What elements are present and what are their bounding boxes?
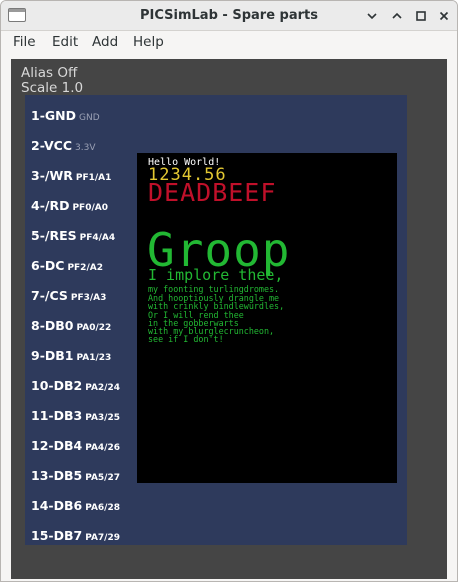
pin-signal-label: PF2/A2 (67, 263, 103, 273)
alias-status: Alias Off (21, 65, 78, 81)
lcd-screen: Hello World! 1234.56 DEADBEEF Groop I im… (137, 153, 397, 483)
pin-label: 11-DB3 (31, 408, 83, 423)
pin-signal-label: PA6/28 (85, 503, 120, 513)
pin-row[interactable]: 12-DB4 PA4/26 (31, 435, 120, 455)
pin-signal-label: PF0/A0 (72, 203, 108, 213)
pin-label: 15-DB7 (31, 528, 83, 543)
pin-signal-label: PA4/26 (85, 443, 120, 453)
pin-row[interactable]: 3-/WR PF1/A1 (31, 165, 111, 185)
pin-signal-label: PA7/29 (85, 533, 120, 543)
pin-label: 13-DB5 (31, 468, 83, 483)
pin-label: 14-DB6 (31, 498, 83, 513)
pin-signal-label: PF3/A3 (70, 293, 107, 303)
pin-row[interactable]: 5-/RES PF4/A4 (31, 225, 115, 245)
menu-add[interactable]: Add (92, 34, 118, 50)
pin-signal-label: PA2/24 (85, 383, 120, 393)
pin-row[interactable]: 9-DB1 PA1/23 (31, 345, 111, 365)
maximize-button[interactable] (412, 7, 430, 25)
pin-row[interactable]: 4-/RD PF0/A0 (31, 195, 108, 215)
pin-row[interactable]: 6-DC PF2/A2 (31, 255, 103, 275)
lcd-hex-text: DEADBEEF (148, 178, 277, 207)
pin-row[interactable]: 1-GND GND (31, 105, 100, 125)
pin-row[interactable]: 13-DB5 PA5/27 (31, 465, 120, 485)
pin-row[interactable]: 8-DB0 PA0/22 (31, 315, 111, 335)
pin-row[interactable]: 11-DB3 PA3/25 (31, 405, 120, 425)
lcd-line: see if I don't! (148, 334, 224, 344)
pin-label: 2-VCC (31, 138, 72, 153)
pin-signal-label: PF4/A4 (79, 233, 116, 243)
pin-signal-label: 3.3V (75, 143, 96, 153)
pin-label: 5-/RES (31, 228, 77, 243)
menu-file[interactable]: File (13, 34, 36, 50)
pin-row[interactable]: 2-VCC 3.3V (31, 135, 95, 155)
menu-help[interactable]: Help (133, 34, 164, 50)
close-icon (439, 11, 449, 21)
pin-label: 10-DB2 (31, 378, 83, 393)
shade-button[interactable] (388, 7, 406, 25)
pin-signal-label: GND (78, 113, 100, 123)
pin-signal-label: PA1/23 (76, 353, 112, 363)
minimize-button[interactable] (363, 7, 381, 25)
pin-row[interactable]: 15-DB7 PA7/29 (31, 525, 120, 545)
maximize-icon (416, 11, 426, 21)
pin-row[interactable]: 14-DB6 PA6/28 (31, 495, 120, 515)
pin-label: 7-/CS (31, 288, 68, 303)
chevron-down-icon (367, 13, 377, 20)
pin-row[interactable]: 7-/CS PF3/A3 (31, 285, 106, 305)
pin-signal-label: PA0/22 (76, 323, 112, 333)
pin-label: 1-GND (31, 108, 76, 123)
menu-edit[interactable]: Edit (52, 34, 78, 50)
pin-signal-label: PA5/27 (85, 473, 120, 483)
menu-bar: File Edit Add Help (1, 31, 457, 55)
pin-signal-label: PA3/25 (85, 413, 120, 423)
pin-label: 12-DB4 (31, 438, 83, 453)
pin-label: 9-DB1 (31, 348, 74, 363)
title-bar[interactable]: PICSimLab - Spare parts (1, 1, 457, 31)
lcd-subtitle-text: I implore thee, (148, 266, 284, 284)
pin-label: 3-/WR (31, 168, 73, 183)
pin-label: 6-DC (31, 258, 65, 273)
app-window: PICSimLab - Spare parts File Edit Add He… (0, 0, 458, 582)
scale-status: Scale 1.0 (21, 80, 84, 96)
chevron-up-icon (392, 12, 402, 19)
pin-label: 4-/RD (31, 198, 70, 213)
pin-signal-label: PF1/A1 (75, 173, 112, 183)
close-button[interactable] (435, 7, 453, 25)
pin-row[interactable]: 10-DB2 PA2/24 (31, 375, 120, 395)
pin-label: 8-DB0 (31, 318, 74, 333)
